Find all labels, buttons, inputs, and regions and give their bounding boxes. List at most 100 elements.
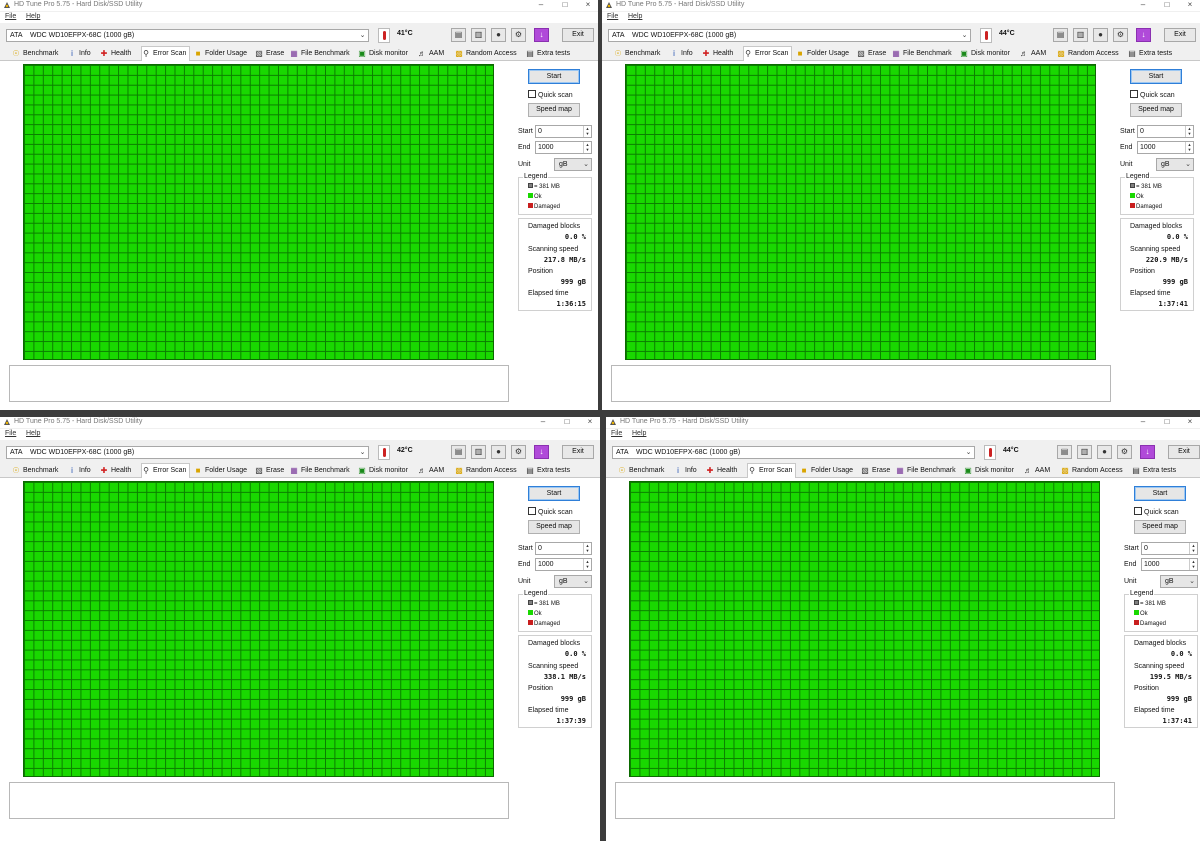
tab-erase[interactable]: ▧ Erase	[255, 465, 284, 478]
unit-select[interactable]: gB ⌄	[1160, 575, 1198, 588]
save-download-icon[interactable]: ↓	[534, 28, 549, 42]
minimize-icon[interactable]: –	[534, 0, 548, 11]
menu-file[interactable]: File	[5, 13, 16, 20]
quick-scan-checkbox[interactable]: Quick scan	[1134, 507, 1179, 516]
start-input[interactable]: 0 ▲ ▼	[535, 542, 592, 555]
exit-button[interactable]: Exit	[562, 28, 594, 42]
tab-aam[interactable]: ♬ AAM	[418, 48, 444, 61]
tab-erase[interactable]: ▧ Erase	[255, 48, 284, 61]
tab-extra-tests[interactable]: ▤ Extra tests	[526, 465, 570, 478]
tab-info[interactable]: i Info	[68, 48, 91, 61]
options-icon[interactable]: ⚙	[511, 445, 526, 459]
spinner-icon[interactable]: ▲ ▼	[1189, 559, 1197, 570]
save-download-icon[interactable]: ↓	[1140, 445, 1155, 459]
tab-erase[interactable]: ▧ Erase	[857, 48, 886, 61]
copy-info-icon[interactable]: ▤	[451, 28, 466, 42]
tab-aam[interactable]: ♬ AAM	[1020, 48, 1046, 61]
start-input[interactable]: 0 ▲ ▼	[535, 125, 592, 138]
close-icon[interactable]: ×	[1183, 0, 1197, 11]
start-button[interactable]: Start	[528, 69, 580, 84]
drive-select[interactable]: ATA WDC WD10EFPX-68C (1000 gB) ⌄	[612, 446, 975, 459]
tab-folder-usage[interactable]: ■ Folder Usage	[194, 465, 247, 478]
tab-error-scan[interactable]: ⚲ Error Scan	[141, 463, 191, 478]
minimize-icon[interactable]: –	[1136, 0, 1150, 11]
tab-health[interactable]: ✚ Health	[100, 48, 132, 61]
start-input[interactable]: 0 ▲ ▼	[1137, 125, 1194, 138]
tab-error-scan[interactable]: ⚲ Error Scan	[141, 46, 191, 61]
quick-scan-checkbox[interactable]: Quick scan	[528, 507, 573, 516]
end-input[interactable]: 1000 ▲ ▼	[535, 141, 592, 154]
tab-disk-monitor[interactable]: ▣ Disk monitor	[358, 48, 408, 61]
exit-button[interactable]: Exit	[1164, 28, 1196, 42]
menu-help[interactable]: Help	[26, 13, 40, 20]
end-input[interactable]: 1000 ▲ ▼	[1137, 141, 1194, 154]
menu-file[interactable]: File	[607, 13, 618, 20]
speed-map-button[interactable]: Speed map	[1134, 520, 1186, 534]
options-icon[interactable]: ⚙	[1117, 445, 1132, 459]
spinner-icon[interactable]: ▲ ▼	[1189, 543, 1197, 554]
menu-help[interactable]: Help	[632, 430, 646, 437]
close-icon[interactable]: ×	[1183, 417, 1197, 428]
unit-select[interactable]: gB ⌄	[554, 575, 592, 588]
tab-aam[interactable]: ♬ AAM	[418, 465, 444, 478]
tab-random-access[interactable]: ▩ Random Access	[1061, 465, 1122, 478]
copy-info-icon[interactable]: ▤	[1057, 445, 1072, 459]
tab-error-scan[interactable]: ⚲ Error Scan	[747, 463, 797, 478]
menu-file[interactable]: File	[5, 430, 16, 437]
tab-aam[interactable]: ♬ AAM	[1024, 465, 1050, 478]
spinner-icon[interactable]: ▲ ▼	[583, 543, 591, 554]
maximize-icon[interactable]: □	[560, 417, 574, 428]
menu-help[interactable]: Help	[628, 13, 642, 20]
tab-folder-usage[interactable]: ■ Folder Usage	[796, 48, 849, 61]
tab-extra-tests[interactable]: ▤ Extra tests	[1132, 465, 1176, 478]
tab-file-benchmark[interactable]: ▦ File Benchmark	[290, 48, 349, 61]
tab-disk-monitor[interactable]: ▣ Disk monitor	[358, 465, 408, 478]
maximize-icon[interactable]: □	[1160, 417, 1174, 428]
tab-erase[interactable]: ▧ Erase	[861, 465, 890, 478]
drive-select[interactable]: ATA WDC WD10EFPX-68C (1000 gB) ⌄	[608, 29, 971, 42]
tab-benchmark[interactable]: ☉ Benchmark	[12, 465, 58, 478]
tab-folder-usage[interactable]: ■ Folder Usage	[194, 48, 247, 61]
copy-info-icon[interactable]: ▤	[451, 445, 466, 459]
screenshot-camera-icon[interactable]: ●	[1097, 445, 1112, 459]
tab-extra-tests[interactable]: ▤ Extra tests	[526, 48, 570, 61]
start-button[interactable]: Start	[1134, 486, 1186, 501]
tab-benchmark[interactable]: ☉ Benchmark	[12, 48, 58, 61]
unit-select[interactable]: gB ⌄	[554, 158, 592, 171]
start-button[interactable]: Start	[1130, 69, 1182, 84]
copy-text-icon[interactable]: ▥	[1077, 445, 1092, 459]
tab-file-benchmark[interactable]: ▦ File Benchmark	[290, 465, 349, 478]
quick-scan-checkbox[interactable]: Quick scan	[1130, 90, 1175, 99]
copy-text-icon[interactable]: ▥	[471, 28, 486, 42]
tab-info[interactable]: i Info	[670, 48, 693, 61]
maximize-icon[interactable]: □	[1160, 0, 1174, 11]
menu-file[interactable]: File	[611, 430, 622, 437]
screenshot-camera-icon[interactable]: ●	[491, 445, 506, 459]
speed-map-button[interactable]: Speed map	[1130, 103, 1182, 117]
tab-error-scan[interactable]: ⚲ Error Scan	[743, 46, 793, 61]
spinner-icon[interactable]: ▲ ▼	[583, 559, 591, 570]
close-icon[interactable]: ×	[581, 0, 595, 11]
save-download-icon[interactable]: ↓	[1136, 28, 1151, 42]
drive-select[interactable]: ATA WDC WD10EFPX-68C (1000 gB) ⌄	[6, 29, 369, 42]
spinner-icon[interactable]: ▲ ▼	[583, 142, 591, 153]
start-button[interactable]: Start	[528, 486, 580, 501]
tab-random-access[interactable]: ▩ Random Access	[455, 465, 516, 478]
tab-disk-monitor[interactable]: ▣ Disk monitor	[960, 48, 1010, 61]
tab-file-benchmark[interactable]: ▦ File Benchmark	[896, 465, 955, 478]
options-icon[interactable]: ⚙	[1113, 28, 1128, 42]
tab-info[interactable]: i Info	[674, 465, 697, 478]
copy-info-icon[interactable]: ▤	[1053, 28, 1068, 42]
quick-scan-checkbox[interactable]: Quick scan	[528, 90, 573, 99]
minimize-icon[interactable]: –	[1136, 417, 1150, 428]
close-icon[interactable]: ×	[583, 417, 597, 428]
exit-button[interactable]: Exit	[1168, 445, 1200, 459]
tab-health[interactable]: ✚ Health	[702, 48, 734, 61]
spinner-icon[interactable]: ▲ ▼	[1185, 126, 1193, 137]
copy-text-icon[interactable]: ▥	[471, 445, 486, 459]
tab-extra-tests[interactable]: ▤ Extra tests	[1128, 48, 1172, 61]
start-input[interactable]: 0 ▲ ▼	[1141, 542, 1198, 555]
tab-random-access[interactable]: ▩ Random Access	[1057, 48, 1118, 61]
save-download-icon[interactable]: ↓	[534, 445, 549, 459]
menu-help[interactable]: Help	[26, 430, 40, 437]
